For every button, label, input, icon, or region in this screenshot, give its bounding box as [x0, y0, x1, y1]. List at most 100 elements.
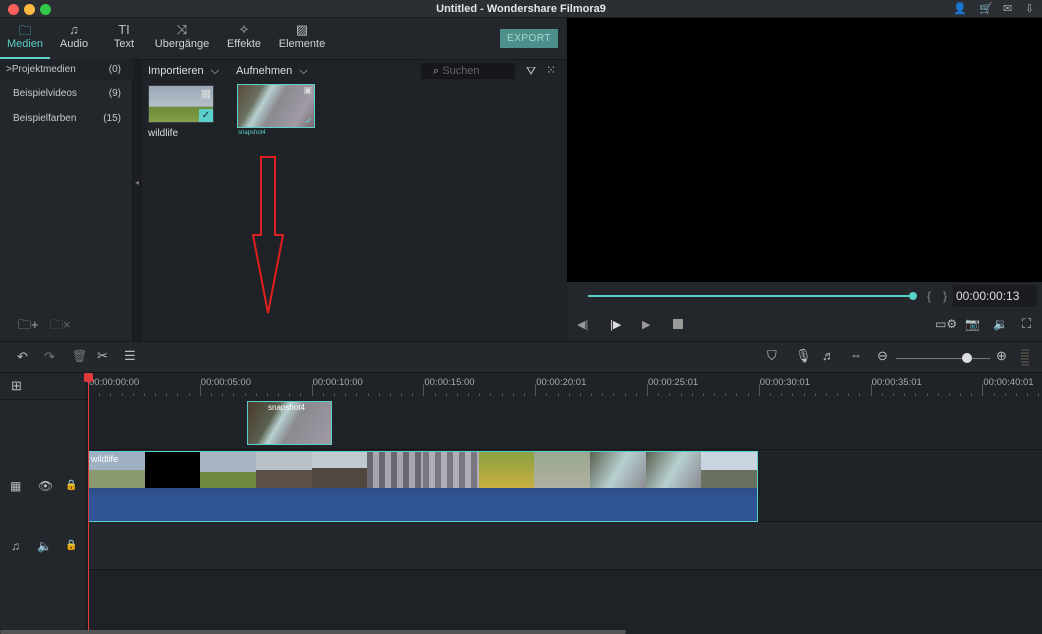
- ruler-tick: [937, 393, 939, 396]
- ruler-tick: [356, 393, 358, 396]
- mark-out-button[interactable]: }: [943, 289, 947, 303]
- ruler-tick: [814, 393, 816, 396]
- tab-text[interactable]: TI Text: [108, 22, 140, 50]
- cart-icon[interactable]: 🛒: [979, 2, 993, 15]
- audio-meter: [1021, 349, 1029, 367]
- microphone-icon[interactable]: 🎙: [795, 348, 812, 364]
- ruler-label: 00:00:20:01: [536, 377, 587, 388]
- ruler-tick: [881, 393, 883, 396]
- clip-thumbnail-frame: [478, 452, 535, 488]
- check-icon: ✓: [304, 116, 313, 127]
- zoom-in-icon[interactable]: ⊕: [996, 348, 1007, 364]
- eye-icon[interactable]: 👁: [38, 479, 53, 493]
- ruler-label: 00:00:40:01: [983, 377, 1034, 388]
- preview-progress-bar[interactable]: [588, 295, 915, 297]
- tab-ubergange[interactable]: ⤨ Ubergänge: [150, 22, 214, 50]
- ruler-tick: [166, 393, 168, 396]
- ruler-tick: [378, 393, 380, 396]
- ruler-label: 00:00:00:00: [89, 377, 140, 388]
- zoom-slider-handle[interactable]: [961, 353, 972, 363]
- media-item-snapshot4[interactable]: ▣ ✓: [237, 84, 315, 128]
- export-button[interactable]: EXPORT: [500, 29, 558, 48]
- timeline-ruler[interactable]: 00:00:00:00 00:00:05:00 00:00:10:00 00:00:1…: [87, 373, 1042, 400]
- zoom-out-icon[interactable]: ⊖: [877, 348, 888, 364]
- main-clip-wildlife[interactable]: wildlife: [88, 451, 758, 522]
- search-input[interactable]: ⌕ Suchen: [421, 63, 515, 79]
- message-icon[interactable]: ✉: [1003, 2, 1012, 15]
- import-dropdown[interactable]: Importieren ⌵: [148, 65, 219, 78]
- tab-label: Text: [113, 38, 135, 50]
- volume-icon[interactable]: 🔉: [993, 317, 1008, 331]
- media-item-name: wildlife: [148, 128, 179, 139]
- collapse-arrow-icon[interactable]: ◂: [135, 178, 139, 187]
- delete-folder-icon[interactable]: 🗀×: [50, 316, 71, 338]
- mark-in-button[interactable]: {: [927, 289, 931, 303]
- ruler-tick: [222, 393, 224, 396]
- sidebar-item-beispielfarben[interactable]: Beispielfarben (15): [0, 108, 133, 130]
- ruler-tick: [971, 393, 973, 396]
- fullscreen-icon[interactable]: ⛶: [1022, 316, 1031, 332]
- play-pause-icon[interactable]: |▶: [610, 318, 621, 331]
- undo-icon[interactable]: ↶: [17, 349, 28, 365]
- tab-medien[interactable]: 🗀 Medien: [5, 22, 45, 50]
- tab-effekte[interactable]: ✧ Effekte: [222, 22, 266, 50]
- preview-scrubber-handle[interactable]: [909, 292, 917, 300]
- tab-label: Medien: [6, 38, 44, 50]
- media-item-wildlife[interactable]: ▦ ✓: [148, 85, 214, 123]
- ruler-tick: [948, 393, 950, 396]
- ruler-tick: [702, 393, 704, 396]
- timeline-scrollbar[interactable]: [0, 630, 626, 634]
- ruler-tick: [758, 384, 760, 396]
- ruler-tick: [278, 393, 280, 396]
- tab-audio[interactable]: ♫ Audio: [56, 22, 92, 50]
- grid-view-icon[interactable]: ⁙: [546, 63, 556, 77]
- fit-timeline-icon[interactable]: ⇔: [850, 348, 862, 362]
- ruler-tick: [423, 384, 425, 396]
- redo-icon[interactable]: ↷: [44, 349, 55, 365]
- marker-icon[interactable]: ⛉: [767, 348, 777, 364]
- ruler-tick: [870, 384, 872, 396]
- transition-icon: ⤨: [176, 22, 188, 37]
- snapshot-camera-icon[interactable]: 📷: [965, 317, 980, 331]
- sidebar-item-label: Projektmedien: [11, 64, 76, 75]
- tab-elemente[interactable]: ▨ Elemente: [274, 22, 330, 50]
- cut-icon[interactable]: ✂: [97, 348, 108, 364]
- lock-icon[interactable]: 🔒: [65, 480, 77, 491]
- audio-mixer-icon[interactable]: ♬: [822, 348, 835, 363]
- ruler-tick: [479, 393, 481, 396]
- record-label: Aufnehmen: [236, 65, 293, 77]
- ruler-tick: [501, 393, 503, 396]
- download-icon[interactable]: ⇩: [1025, 2, 1034, 15]
- ruler-tick: [781, 393, 783, 396]
- ruler-tick: [982, 384, 984, 396]
- new-folder-icon[interactable]: 🗀+: [18, 316, 39, 338]
- record-dropdown[interactable]: Aufnehmen ⌵: [236, 65, 308, 78]
- next-frame-icon[interactable]: ▶: [642, 318, 650, 331]
- ruler-tick: [602, 393, 604, 396]
- overlay-clip-snapshot4[interactable]: snapshot4: [247, 401, 332, 445]
- playhead[interactable]: [88, 373, 89, 634]
- account-icon[interactable]: 👤: [953, 2, 967, 15]
- ruler-tick: [736, 393, 738, 396]
- display-settings-icon[interactable]: ▭⚙: [935, 317, 957, 331]
- ruler-tick: [803, 393, 805, 396]
- adjust-icon[interactable]: ☰: [124, 348, 136, 364]
- sidebar-item-beispielvideos[interactable]: Beispielvideos (9): [0, 83, 133, 105]
- playhead-handle[interactable]: [84, 373, 93, 382]
- filter-icon[interactable]: ⛛: [526, 64, 536, 79]
- sidebar-item-projektmedien[interactable]: >Projektmedien (0): [0, 59, 133, 81]
- ruler-tick: [300, 393, 302, 396]
- lock-icon[interactable]: 🔒: [65, 540, 77, 551]
- speaker-icon[interactable]: 🔈: [37, 539, 52, 553]
- ruler-label: 00:00:05:00: [200, 377, 251, 388]
- ruler-tick: [725, 393, 727, 396]
- ruler-tick: [669, 393, 671, 396]
- delete-icon[interactable]: 🗑: [72, 349, 87, 363]
- ruler-tick: [456, 393, 458, 396]
- panel-splitter[interactable]: ◂: [133, 60, 142, 341]
- clip-label: snapshot4: [268, 403, 305, 412]
- previous-frame-icon[interactable]: ◀|: [577, 318, 588, 331]
- zoom-slider[interactable]: [896, 358, 990, 359]
- stop-icon[interactable]: [673, 319, 683, 329]
- ruler-tick: [859, 393, 861, 396]
